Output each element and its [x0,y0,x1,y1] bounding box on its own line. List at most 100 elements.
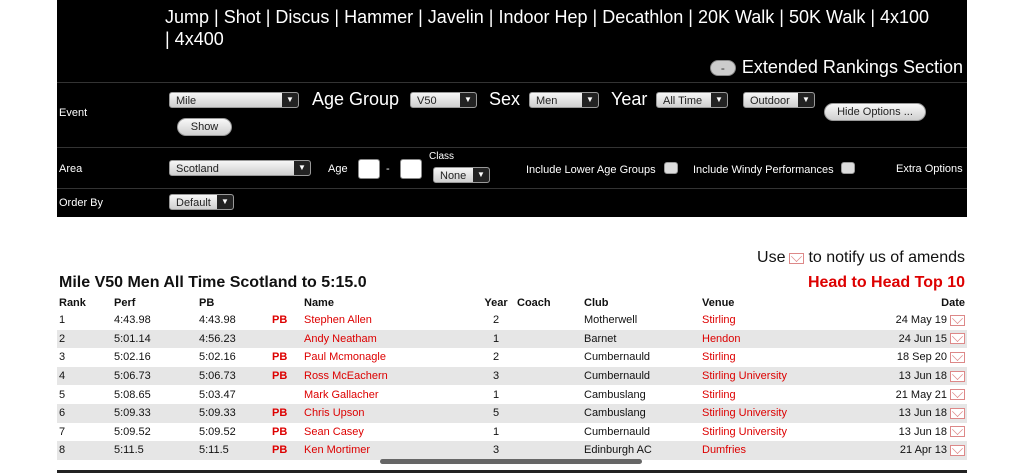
cell-name[interactable]: Andy Neatham [302,330,477,349]
mail-icon[interactable] [950,445,965,457]
year-select[interactable]: All Time ▼ [656,92,728,108]
cell-coach [515,441,582,460]
chevron-down-icon: ▼ [282,93,298,107]
cell-flag: PB [272,444,288,457]
cell-club: Cambuslang [584,388,646,401]
head-to-head-link[interactable]: Head to Head Top 10 [808,274,965,292]
column-header: PB [199,297,215,309]
date-text: 13 Jun 18 [898,407,947,420]
mail-icon[interactable] [950,370,965,382]
cell-flag: PB [272,351,288,364]
column-header: Venue [702,297,735,309]
windy-label: Include Windy Performances [693,164,834,176]
cell-name[interactable]: Paul Mcmonagle [302,348,477,367]
area-label: Area [59,163,83,175]
cell-name[interactable]: Chris Upson [302,404,477,423]
mail-icon[interactable] [950,426,965,438]
sex-select[interactable]: Men ▼ [529,92,599,108]
cell-venue[interactable]: Hendon [700,330,830,349]
cell-venue[interactable]: Dumfries [700,441,830,460]
cell-name[interactable]: Ken Mortimer [302,441,477,460]
table-row: 5 5:08.65 5:03.47 Mark Gallacher 1 Cambuslang… [57,385,967,404]
cell-name[interactable]: Mark Gallacher [302,385,477,404]
age-to-input[interactable] [400,159,422,179]
rankings-table: Rank Perf PB Name Year Coach Club Venue Date 1 4:… [57,295,967,460]
cell-perf: 5:06.73 [114,370,151,383]
hide-options-button[interactable]: Hide Options ... [824,103,926,121]
column-header: Rank [59,297,86,309]
mail-icon[interactable] [950,333,965,345]
age-group-select[interactable]: V50 ▼ [410,92,477,108]
age-from-input[interactable] [358,159,380,179]
cell-venue[interactable]: Stirling University [700,423,830,442]
extra-options-link[interactable]: Extra Options [896,163,963,175]
cell-venue[interactable]: Stirling University [700,367,830,386]
cell-venue[interactable]: Stirling [700,311,830,330]
class-select[interactable]: None ▼ [433,167,490,183]
mail-icon[interactable] [950,352,965,364]
cell-year: 2 [492,351,500,364]
cell-year: 5 [492,407,500,420]
cell-pb: 5:11.5 [199,444,229,457]
horizontal-scrollbar[interactable] [380,459,642,464]
cell-flag: PB [272,370,288,383]
cell-rank: 1 [59,314,66,327]
order-by-label: Order By [59,197,104,209]
column-header: Club [584,297,609,309]
cell-coach [515,330,582,349]
area-select[interactable]: Scotland ▼ [169,160,311,176]
cell-coach [515,348,582,367]
cell-year: 1 [492,388,500,401]
mail-icon[interactable] [950,407,965,419]
cell-perf: 5:09.33 [114,407,151,420]
cell-club: Motherwell [584,314,638,327]
cell-name[interactable]: Ross McEachern [302,367,477,386]
class-label: Class [429,151,455,162]
environment-select[interactable]: Outdoor ▼ [743,92,815,108]
table-row: 7 5:09.52 5:09.52 PB Sean Casey 1 Cumbernauld S… [57,423,967,442]
collapse-button[interactable]: - [709,59,736,76]
order-by-value: Default [176,197,211,209]
column-header: Date [941,297,965,309]
cell-venue[interactable]: Stirling [700,348,830,367]
cell-date: 24 Jun 15 [830,330,967,349]
cell-flag: PB [272,407,288,420]
cell-perf: 5:09.52 [114,425,151,438]
mail-icon[interactable] [950,389,965,401]
mail-icon[interactable] [789,252,805,264]
table-row: 2 5:01.14 4:56.23 Andy Neatham 1 Barnet Hendon… [57,329,967,349]
date-text: 13 Jun 18 [898,370,947,383]
divider [57,82,967,83]
show-button[interactable]: Show [177,118,232,136]
event-links-line1[interactable]: Jump | Shot | Discus | Hammer | Javelin … [165,6,965,28]
event-links[interactable]: Jump | Shot | Discus | Hammer | Javelin … [165,6,965,50]
windy-checkbox[interactable] [841,162,855,174]
date-text: 24 May 19 [895,314,947,327]
order-by-select[interactable]: Default ▼ [169,194,234,210]
cell-club: Edinburgh AC [584,444,652,457]
mail-icon[interactable] [950,314,965,326]
chevron-down-icon: ▼ [294,161,310,175]
lower-age-groups-checkbox[interactable] [664,162,678,174]
age-dash: - [386,163,390,175]
cell-venue[interactable]: Stirling University [700,404,830,423]
event-links-line2[interactable]: | 4x400 [165,28,965,50]
divider [57,188,967,189]
cell-year: 1 [492,332,500,345]
cell-name[interactable]: Sean Casey [302,423,477,442]
cell-flag [270,330,302,349]
extended-rankings-toggle[interactable]: - Extended Rankings Section [709,57,963,78]
cell-rank: 2 [59,332,66,345]
sex-label: Sex [489,89,521,109]
cell-date: 13 Jun 18 [830,404,967,423]
year-value: All Time [663,95,703,107]
cell-name[interactable]: Stephen Allen [302,311,477,330]
cell-venue[interactable]: Stirling [700,385,830,404]
cell-perf: 5:11.5 [114,444,144,457]
cell-date: 21 Apr 13 [830,441,967,460]
column-header [270,295,302,311]
event-select[interactable]: Mile ▼ [169,92,299,108]
divider [57,147,967,148]
cell-pb: 4:56.23 [199,332,236,345]
cell-date: 13 Jun 18 [830,423,967,442]
